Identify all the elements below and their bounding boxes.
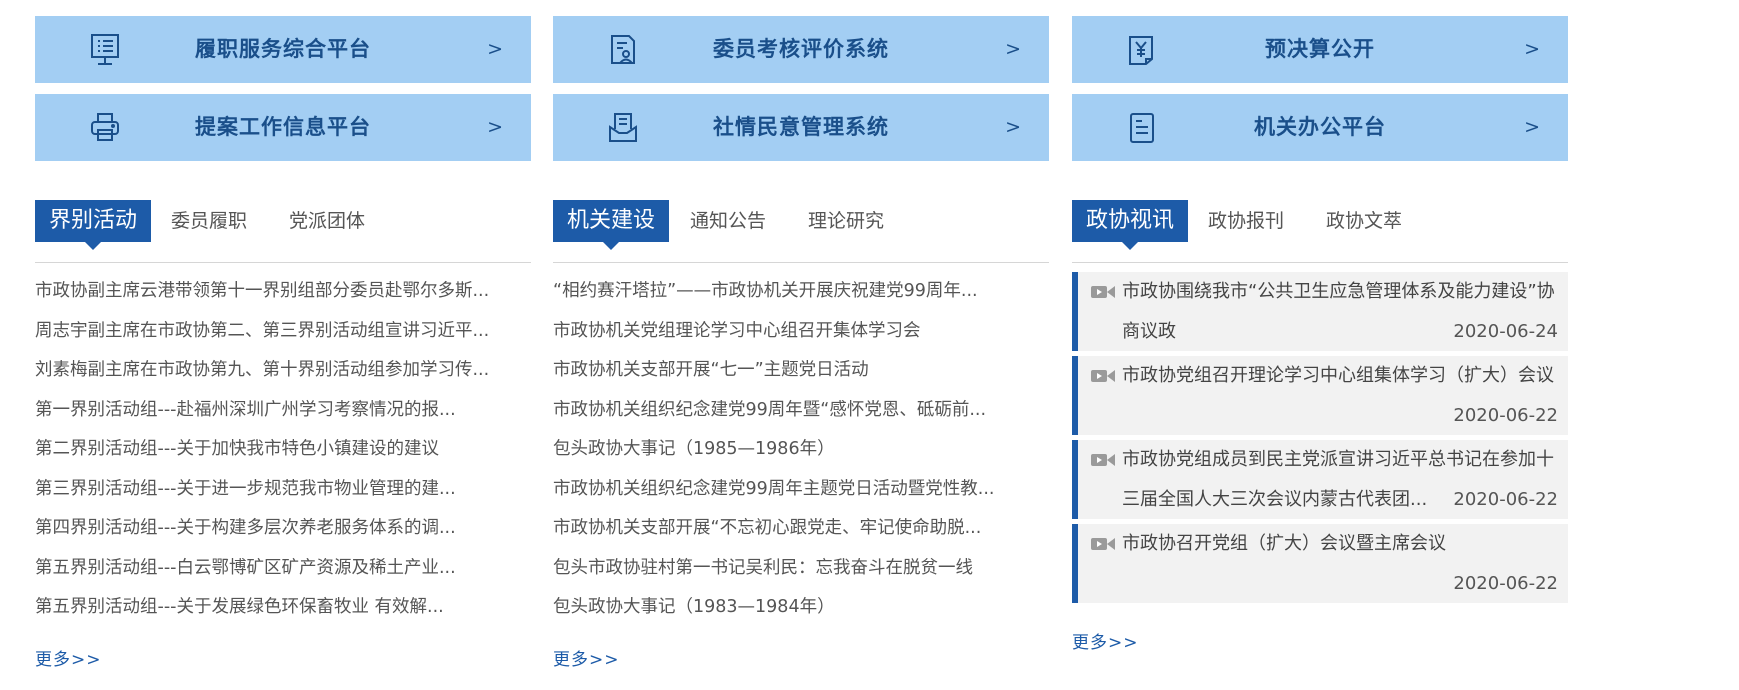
- card-label: 预决算公开: [1265, 37, 1375, 61]
- tab-parties-groups[interactable]: 党派团体: [289, 200, 365, 242]
- list-item[interactable]: 第三界别活动组---关于进一步规范我市物业管理的建...: [35, 470, 531, 510]
- tab-theory-research[interactable]: 理论研究: [808, 200, 884, 242]
- list-item[interactable]: 包头政协大事记（1983—1984年）: [553, 588, 1049, 628]
- list-item[interactable]: 第四界别活动组---关于构建多层次养老服务体系的调...: [35, 509, 531, 549]
- list-item[interactable]: 包头政协大事记（1985—1986年）: [553, 430, 1049, 470]
- card-label: 提案工作信息平台: [195, 115, 371, 139]
- more-link[interactable]: 更多>>: [35, 645, 102, 670]
- card-member-evaluation-system[interactable]: 委员考核评价系统 >: [553, 16, 1049, 83]
- card-proposal-platform[interactable]: 提案工作信息平台 >: [35, 94, 531, 161]
- card-label: 机关办公平台: [1254, 115, 1386, 139]
- card-office-platform[interactable]: 机关办公平台 >: [1072, 94, 1568, 161]
- more-link[interactable]: 更多>>: [1072, 628, 1139, 653]
- card-label: 社情民意管理系统: [713, 115, 889, 139]
- tab-member-duties[interactable]: 委员履职: [171, 200, 247, 242]
- video-camera-icon: [1090, 534, 1116, 554]
- chevron-right-icon: >: [1005, 38, 1021, 60]
- chevron-right-icon: >: [1524, 116, 1540, 138]
- list-item[interactable]: 市政协机关支部开展“不忘初心跟党走、牢记使命助脱...: [553, 509, 1049, 549]
- news-list: 市政协副主席云港带领第十一界别组部分委员赴鄂尔多斯... 周志宇副主席在市政协第…: [35, 272, 531, 628]
- video-news-list: 市政协围绕我市“公共卫生应急管理体系及能力建设”协商议政 2020-06-24 …: [1072, 272, 1568, 608]
- card-lvzhi-service-platform[interactable]: 履职服务综合平台 >: [35, 16, 531, 83]
- tab-bar: 机关建设 通知公告 理论研究: [553, 200, 1049, 263]
- chevron-right-icon: >: [487, 38, 503, 60]
- list-item[interactable]: 周志宇副主席在市政协第二、第三界别活动组宣讲习近平...: [35, 312, 531, 352]
- chevron-right-icon: >: [1524, 38, 1540, 60]
- card-public-opinion-system[interactable]: 社情民意管理系统 >: [553, 94, 1049, 161]
- list-item[interactable]: 第五界别活动组---白云鄂博矿区矿产资源及稀土产业...: [35, 549, 531, 589]
- video-date: 2020-06-22: [1447, 479, 1558, 519]
- list-item[interactable]: 市政协机关组织纪念建党99周年主题党日活动暨党性教...: [553, 470, 1049, 510]
- list-item[interactable]: 市政协机关组织纪念建党99周年暨“感怀党恩、砥砺前...: [553, 391, 1049, 431]
- tab-organ-building[interactable]: 机关建设: [553, 200, 670, 250]
- video-camera-icon: [1090, 450, 1116, 470]
- list-item[interactable]: “相约赛汗塔拉”——市政协机关开展庆祝建党99周年...: [553, 272, 1049, 312]
- video-news-item[interactable]: 市政协召开党组（扩大）会议暨主席会议 2020-06-22: [1072, 524, 1568, 603]
- tab-jiebie-activities[interactable]: 界别活动: [35, 200, 152, 250]
- video-camera-icon: [1090, 366, 1116, 386]
- card-label: 履职服务综合平台: [195, 37, 371, 61]
- card-budget-disclosure[interactable]: 预决算公开 >: [1072, 16, 1568, 83]
- list-item[interactable]: 刘素梅副主席在市政协第九、第十界别活动组参加学习传...: [35, 351, 531, 391]
- video-news-item[interactable]: 市政协围绕我市“公共卫生应急管理体系及能力建设”协商议政 2020-06-24: [1072, 272, 1568, 351]
- video-date: 2020-06-22: [1447, 563, 1558, 603]
- chevron-right-icon: >: [1005, 116, 1021, 138]
- list-item[interactable]: 市政协机关支部开展“七一”主题党日活动: [553, 351, 1049, 391]
- list-item[interactable]: 市政协机关党组理论学习中心组召开集体学习会: [553, 312, 1049, 352]
- more-link[interactable]: 更多>>: [553, 645, 620, 670]
- video-news-item[interactable]: 市政协党组召开理论学习中心组集体学习（扩大）会议 2020-06-22: [1072, 356, 1568, 435]
- list-item[interactable]: 包头市政协驻村第一书记吴利民：忘我奋斗在脱贫一线: [553, 549, 1049, 589]
- list-item[interactable]: 第二界别活动组---关于加快我市特色小镇建设的建议: [35, 430, 531, 470]
- tab-cppcc-video[interactable]: 政协视讯: [1072, 200, 1189, 250]
- card-label: 委员考核评价系统: [713, 37, 889, 61]
- list-item[interactable]: 市政协副主席云港带领第十一界别组部分委员赴鄂尔多斯...: [35, 272, 531, 312]
- tab-cppcc-press[interactable]: 政协报刊: [1208, 200, 1284, 242]
- tab-bar: 政协视讯 政协报刊 政协文萃: [1072, 200, 1568, 263]
- list-item[interactable]: 第五界别活动组---关于发展绿色环保畜牧业 有效解...: [35, 588, 531, 628]
- tab-notices[interactable]: 通知公告: [690, 200, 766, 242]
- video-camera-icon: [1090, 282, 1116, 302]
- video-title: 市政协党组召开理论学习中心组集体学习（扩大）会议: [1122, 365, 1554, 386]
- video-date: 2020-06-22: [1447, 395, 1558, 435]
- video-date: 2020-06-24: [1447, 311, 1558, 351]
- video-news-item[interactable]: 市政协党组成员到民主党派宣讲习近平总书记在参加十三届全国人大三次会议内蒙古代表团…: [1072, 440, 1568, 519]
- video-title: 市政协召开党组（扩大）会议暨主席会议: [1122, 533, 1446, 554]
- chevron-right-icon: >: [487, 116, 503, 138]
- tab-cppcc-digest[interactable]: 政协文萃: [1326, 200, 1402, 242]
- news-list: “相约赛汗塔拉”——市政协机关开展庆祝建党99周年... 市政协机关党组理论学习…: [553, 272, 1049, 628]
- tab-bar: 界别活动 委员履职 党派团体: [35, 200, 531, 263]
- list-item[interactable]: 第一界别活动组---赴福州深圳广州学习考察情况的报...: [35, 391, 531, 431]
